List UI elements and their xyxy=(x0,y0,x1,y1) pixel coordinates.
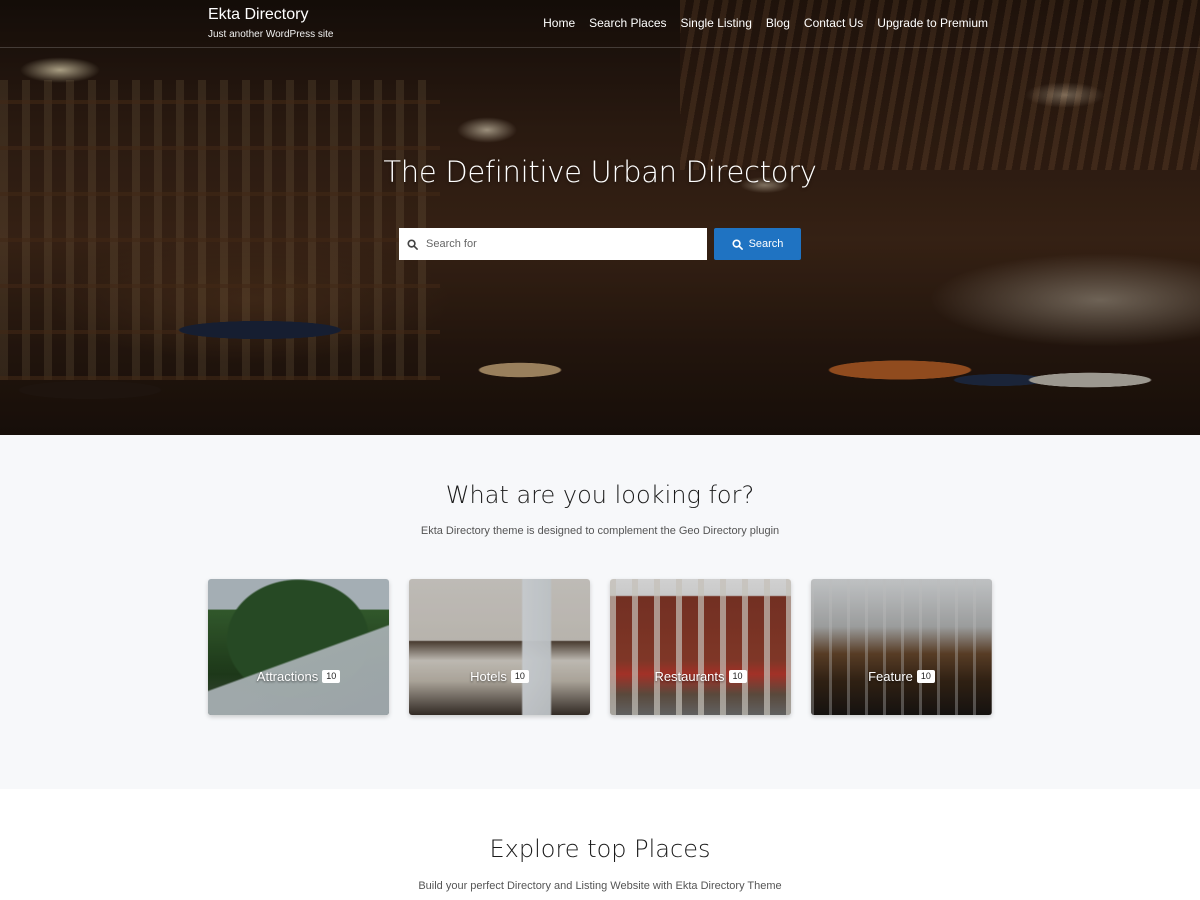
card-shade xyxy=(610,579,791,715)
category-count-badge: 10 xyxy=(728,670,747,683)
site-header: Ekta Directory Just another WordPress si… xyxy=(0,0,1200,48)
site-tagline: Just another WordPress site xyxy=(208,29,334,40)
card-shade xyxy=(409,579,590,715)
categories-section: What are you looking for? Ekta Directory… xyxy=(0,435,1200,789)
category-count-badge: 10 xyxy=(322,670,341,683)
nav-contact-us[interactable]: Contact Us xyxy=(804,16,863,30)
category-name: Feature xyxy=(868,669,913,684)
category-grid: Attractions 10 Hotels 10 Restaurants 10 xyxy=(208,579,992,715)
category-card-attractions[interactable]: Attractions 10 xyxy=(208,579,389,715)
category-card-hotels[interactable]: Hotels 10 xyxy=(409,579,590,715)
category-name: Restaurants xyxy=(654,669,725,684)
categories-title: What are you looking for? xyxy=(445,481,755,509)
category-card-feature[interactable]: Feature 10 xyxy=(811,579,992,715)
hero-search: Search xyxy=(399,228,801,260)
nav-search-places[interactable]: Search Places xyxy=(589,16,666,30)
category-name: Hotels xyxy=(470,669,507,684)
nav-blog[interactable]: Blog xyxy=(766,16,790,30)
category-name: Attractions xyxy=(256,669,319,684)
explore-subtitle: Build your perfect Directory and Listing… xyxy=(418,880,782,892)
category-card-restaurants[interactable]: Restaurants 10 xyxy=(610,579,791,715)
category-count-badge: 10 xyxy=(510,670,529,683)
card-shade xyxy=(811,579,992,715)
explore-section: Explore top Places Build your perfect Di… xyxy=(0,789,1200,900)
search-button-label: Search xyxy=(748,238,784,250)
category-label: Feature 10 xyxy=(811,669,992,684)
search-button[interactable]: Search xyxy=(714,228,801,260)
site-title[interactable]: Ekta Directory xyxy=(208,6,333,24)
hero-banner: Ekta Directory Just another WordPress si… xyxy=(0,0,1200,435)
nav-home[interactable]: Home xyxy=(543,16,575,30)
nav-single-listing[interactable]: Single Listing xyxy=(681,16,752,30)
hero-title: The Definitive Urban Directory xyxy=(383,155,817,189)
search-icon xyxy=(407,238,418,250)
explore-title: Explore top Places xyxy=(489,835,711,863)
primary-nav: Home Search Places Single Listing Blog C… xyxy=(543,16,988,30)
search-input[interactable] xyxy=(426,238,696,250)
category-label: Hotels 10 xyxy=(409,669,590,684)
hero-overlay xyxy=(0,0,1200,435)
category-label: Attractions 10 xyxy=(208,669,389,684)
search-field[interactable] xyxy=(399,228,707,260)
site-branding: Ekta Directory Just another WordPress si… xyxy=(208,6,333,40)
card-shade xyxy=(208,579,389,715)
categories-subtitle: Ekta Directory theme is designed to comp… xyxy=(420,525,780,537)
search-button-icon xyxy=(732,238,743,250)
nav-upgrade-premium[interactable]: Upgrade to Premium xyxy=(877,16,988,30)
category-label: Restaurants 10 xyxy=(610,669,791,684)
category-count-badge: 10 xyxy=(916,670,935,683)
